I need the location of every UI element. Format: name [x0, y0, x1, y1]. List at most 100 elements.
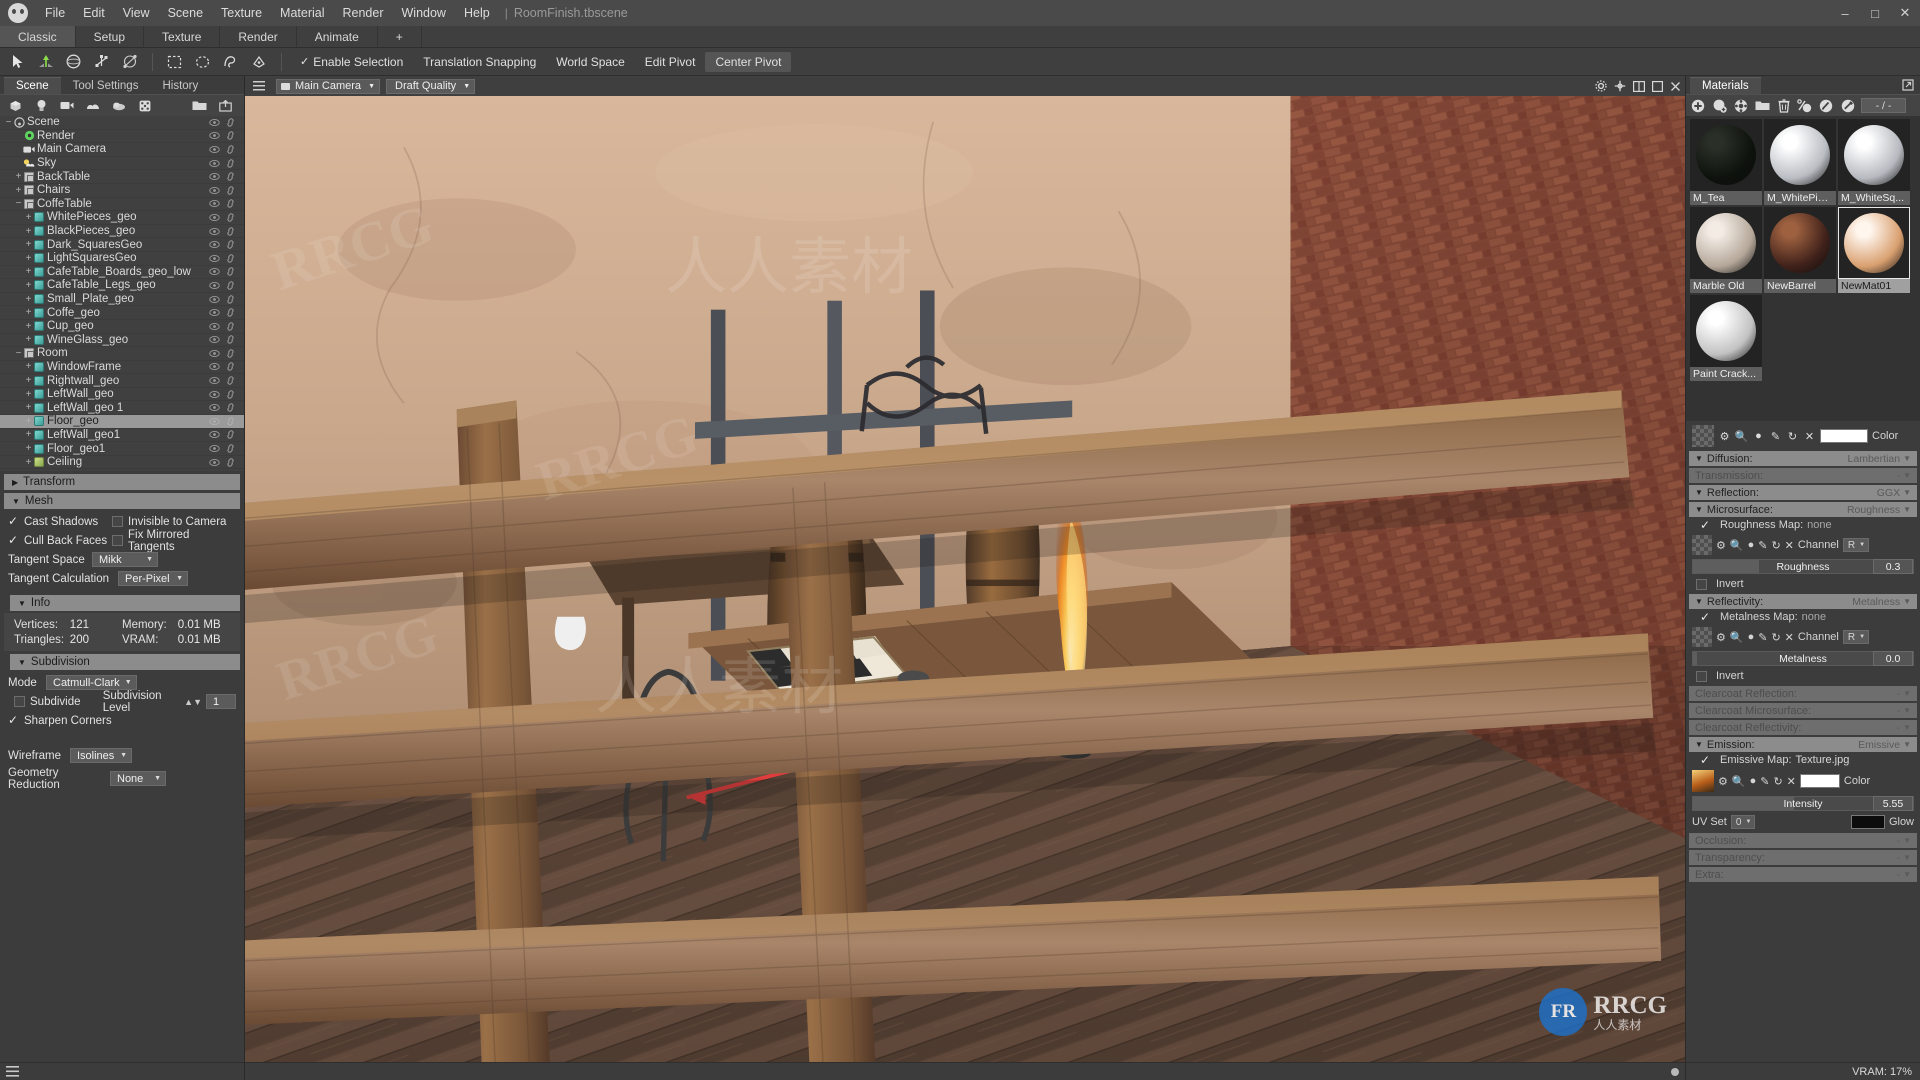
quality-selector[interactable]: Draft Quality: [386, 78, 476, 94]
tree-item-scene[interactable]: − Scene: [0, 116, 244, 130]
visibility-toggle-icon[interactable]: [209, 361, 220, 372]
link-icon[interactable]: [225, 429, 236, 440]
invisible-to-camera-checkbox[interactable]: [112, 516, 123, 527]
visibility-toggle-icon[interactable]: [209, 239, 220, 250]
material-cell[interactable]: Marble Old: [1690, 207, 1762, 293]
tree-item-whitepieces-geo[interactable]: + WhitePieces_geo: [0, 211, 244, 225]
material-thumbnail[interactable]: [1764, 207, 1836, 279]
link-icon[interactable]: [225, 361, 236, 372]
search-icon[interactable]: 🔍: [1732, 775, 1746, 788]
roughness-map-checkbox[interactable]: [1700, 518, 1711, 532]
link-icon[interactable]: [225, 226, 236, 237]
flood-select-icon[interactable]: [245, 50, 272, 74]
pick-icon[interactable]: ●: [1750, 775, 1757, 787]
material-thumbnail[interactable]: [1690, 295, 1762, 367]
tree-item-coffetable[interactable]: − CoffeTable: [0, 198, 244, 212]
tree-expander[interactable]: +: [24, 239, 33, 250]
layout-tab-add[interactable]: +: [378, 26, 422, 47]
visibility-toggle-icon[interactable]: [209, 416, 220, 427]
visibility-toggle-icon[interactable]: [209, 294, 220, 305]
tree-item-blackpieces-geo[interactable]: + BlackPieces_geo: [0, 225, 244, 239]
menu-help[interactable]: Help: [455, 2, 499, 24]
scene-tree[interactable]: − Scene Render Main Camera Sky + BackTable + Cha…: [0, 116, 244, 471]
link-icon[interactable]: [225, 253, 236, 264]
link-icon[interactable]: [225, 375, 236, 386]
visibility-toggle-icon[interactable]: [209, 402, 220, 413]
expand-icon[interactable]: [1652, 80, 1663, 92]
section-mesh[interactable]: ▼ Mesh: [4, 493, 240, 509]
section-info[interactable]: ▼ Info: [10, 595, 240, 611]
search-icon[interactable]: 🔍: [1730, 539, 1744, 552]
tree-item-coffe-geo[interactable]: + Coffe_geo: [0, 306, 244, 320]
roughness-channel-dropdown[interactable]: R: [1842, 538, 1870, 552]
tree-expander[interactable]: +: [24, 402, 33, 413]
pick-icon[interactable]: ●: [1748, 539, 1755, 551]
add-random-icon[interactable]: [134, 97, 156, 115]
section-diffusion[interactable]: ▼ Diffusion: Lambertian ▼: [1689, 451, 1917, 466]
add-fog-icon[interactable]: [108, 97, 130, 115]
link-icon[interactable]: [225, 266, 236, 277]
tree-item-backtable[interactable]: + BackTable: [0, 170, 244, 184]
tree-expander[interactable]: +: [24, 266, 33, 277]
roughness-slider[interactable]: Roughness 0.3: [1692, 559, 1914, 574]
pick-icon[interactable]: ●: [1748, 631, 1755, 643]
tree-expander[interactable]: −: [14, 198, 23, 209]
duplicate-material-icon[interactable]: [1711, 97, 1727, 115]
viewport-menu-icon[interactable]: [249, 78, 269, 94]
visibility-toggle-icon[interactable]: [209, 130, 220, 141]
tree-expander[interactable]: +: [24, 226, 33, 237]
material-thumbnail[interactable]: [1690, 207, 1762, 279]
add-sky-icon[interactable]: [82, 97, 104, 115]
tab-tool-settings[interactable]: Tool Settings: [61, 78, 151, 94]
section-reflection[interactable]: ▼ Reflection: GGX ▼: [1689, 485, 1917, 500]
emission-intensity-slider[interactable]: Intensity 5.55: [1692, 796, 1914, 811]
layout-split-icon[interactable]: [1633, 80, 1645, 92]
search-icon[interactable]: 🔍: [1735, 430, 1749, 443]
tree-item-lightsquaresgeo[interactable]: + LightSquaresGeo: [0, 252, 244, 266]
tree-item-leftwall-geo[interactable]: + LeftWall_geo: [0, 388, 244, 402]
section-clearcoat-reflectivity[interactable]: Clearcoat Reflectivity: - ▼: [1689, 720, 1917, 735]
assign-material-icon[interactable]: [1797, 97, 1813, 115]
tree-item-dark-squaresgeo[interactable]: + Dark_SquaresGeo: [0, 238, 244, 252]
material-cell[interactable]: M_WhiteSq...: [1838, 119, 1910, 205]
material-thumbnail[interactable]: [1764, 119, 1836, 191]
visibility-toggle-icon[interactable]: [209, 117, 220, 128]
eyedropper-icon[interactable]: [1840, 97, 1856, 115]
edit-icon[interactable]: ✎: [1758, 539, 1767, 552]
reload-icon[interactable]: ↻: [1771, 631, 1780, 644]
edit-icon[interactable]: ✎: [1769, 430, 1782, 443]
trash-icon[interactable]: [1775, 97, 1791, 115]
visibility-toggle-icon[interactable]: [209, 198, 220, 209]
tree-item-room[interactable]: − Room: [0, 347, 244, 361]
visibility-toggle-icon[interactable]: [209, 280, 220, 291]
layout-tab-texture[interactable]: Texture: [144, 26, 221, 47]
layout-tab-setup[interactable]: Setup: [76, 26, 145, 47]
visibility-toggle-icon[interactable]: [209, 226, 220, 237]
close-icon[interactable]: [1670, 81, 1681, 92]
material-cell[interactable]: NewMat01: [1838, 207, 1910, 293]
gear-icon[interactable]: [1595, 80, 1607, 92]
tree-item-floor-geo1[interactable]: + Floor_geo1: [0, 442, 244, 456]
toggle-world-space[interactable]: World Space: [546, 52, 634, 72]
tree-item-floor-geo[interactable]: + Floor_geo: [0, 415, 244, 429]
translate-icon[interactable]: [32, 50, 59, 74]
tree-expander[interactable]: +: [24, 334, 33, 345]
section-transparency[interactable]: Transparency: - ▼: [1689, 850, 1917, 865]
uv-set-dropdown[interactable]: 0: [1730, 815, 1756, 829]
link-icon[interactable]: [225, 294, 236, 305]
material-cell[interactable]: M_Tea: [1690, 119, 1762, 205]
search-icon[interactable]: 🔍: [1730, 631, 1744, 644]
visibility-toggle-icon[interactable]: [209, 321, 220, 332]
close-button[interactable]: ✕: [1890, 0, 1920, 26]
menu-view[interactable]: View: [114, 2, 159, 24]
tree-expander[interactable]: +: [24, 389, 33, 400]
roughness-map-thumbnail[interactable]: [1692, 535, 1712, 555]
folder-icon[interactable]: [1754, 97, 1770, 115]
gear-icon[interactable]: ⚙: [1716, 631, 1726, 644]
emissive-map-checkbox[interactable]: [1700, 753, 1711, 767]
tree-item-small-plate-geo[interactable]: + Small_Plate_geo: [0, 293, 244, 307]
tree-item-cup-geo[interactable]: + Cup_geo: [0, 320, 244, 334]
section-subdivision[interactable]: ▼ Subdivision: [10, 654, 240, 670]
reload-icon[interactable]: ↻: [1773, 775, 1782, 788]
tangent-space-dropdown[interactable]: Mikk: [92, 552, 158, 567]
